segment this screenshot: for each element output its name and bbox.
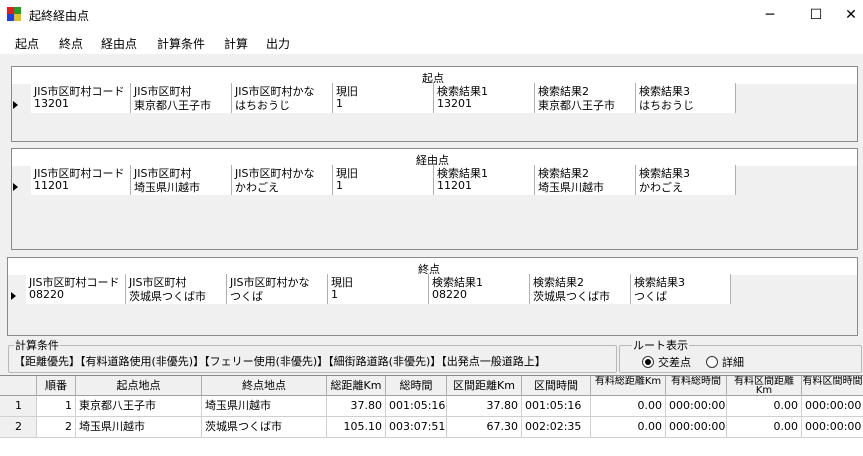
cell-section-time[interactable]: 002:02:35 — [522, 417, 591, 437]
grid-col-result2[interactable]: 検索結果2 茨城県つくば市 — [530, 274, 631, 304]
cell-toll-total-distance[interactable]: 0.00 — [591, 417, 666, 437]
table-row[interactable]: 1 1 東京都八王子市 埼玉県川越市 37.80 001:05:16 37.80… — [0, 396, 863, 417]
grid-col-result1[interactable]: 検索結果1 08220 — [429, 274, 530, 304]
cell-end-point[interactable]: 茨城県つくば市 — [202, 417, 327, 437]
grid-col-result1[interactable]: 検索結果1 13201 — [434, 83, 535, 113]
results-grid[interactable]: 順番 起点地点 終点地点 総距離Km 総時間 区間距離Km 区間時間 有料総距離… — [0, 375, 863, 456]
header-toll-section-distance[interactable]: 有料区間距離Km — [727, 376, 802, 396]
cell-order[interactable]: 2 — [37, 417, 76, 437]
results-corner — [0, 376, 37, 395]
header-toll-total-distance[interactable]: 有料総距離Km — [591, 376, 666, 396]
grid-col-status[interactable]: 現旧 1 — [328, 274, 429, 304]
calc-conditions-text: 【距離優先】【有料道路使用(非優先)】【フェリー使用(非優先)】【細街路道路(非… — [14, 355, 546, 368]
menu-output[interactable]: 出力 — [266, 35, 290, 52]
cell-start-point[interactable]: 東京都八王子市 — [76, 396, 202, 416]
menu-start[interactable]: 起点 — [15, 35, 39, 52]
radio-detail[interactable]: 詳細 — [706, 354, 744, 370]
menu-bar: 起点 終点 経由点 計算条件 計算 出力 — [0, 30, 863, 54]
grid-col-status[interactable]: 現旧 1 — [333, 165, 434, 195]
grid-col-jis-city[interactable]: JIS市区町村 埼玉県川越市 — [131, 165, 232, 195]
cell-toll-section-distance[interactable]: 0.00 — [727, 417, 802, 437]
grid-col-status[interactable]: 現旧 1 — [333, 83, 434, 113]
cell-toll-section-distance[interactable]: 0.00 — [727, 396, 802, 416]
via-point-panel: 経由点 JIS市区町村コード 11201 JIS市区町村 埼玉県川越市 JIS市区町… — [11, 148, 858, 250]
grid-col-result3[interactable]: 検索結果3 はちおうじ — [636, 83, 736, 113]
menu-via[interactable]: 経由点 — [101, 35, 137, 52]
cell-start-point[interactable]: 埼玉県川越市 — [76, 417, 202, 437]
start-point-panel: 起点 JIS市区町村コード 13201 JIS市区町村 東京都八王子市 JIS市区町… — [11, 66, 858, 142]
window-title: 起終経由点 — [29, 9, 90, 23]
header-toll-total-time[interactable]: 有料総時間 — [666, 376, 727, 396]
grid-col-jis-kana[interactable]: JIS市区町村かな はちおうじ — [232, 83, 333, 113]
grid-col-result3[interactable]: 検索結果3 かわごえ — [636, 165, 736, 195]
start-point-grid[interactable]: JIS市区町村コード 13201 JIS市区町村 東京都八王子市 JIS市区町村かな… — [31, 83, 736, 113]
cell-toll-section-time[interactable]: 000:00:00 — [802, 417, 863, 437]
grid-col-result3[interactable]: 検索結果3 つくば — [631, 274, 731, 304]
radio-unchecked-icon — [706, 356, 718, 368]
row-number[interactable]: 2 — [0, 417, 37, 437]
grid-col-jis-kana[interactable]: JIS市区町村かな かわごえ — [232, 165, 333, 195]
via-point-grid[interactable]: JIS市区町村コード 11201 JIS市区町村 埼玉県川越市 JIS市区町村かなか… — [31, 165, 736, 195]
grid-col-jis-code[interactable]: JIS市区町村コード 13201 — [31, 83, 131, 113]
cell-total-time[interactable]: 003:07:51 — [386, 417, 447, 437]
row-indicator-icon — [12, 182, 19, 192]
end-point-grid[interactable]: JIS市区町村コード 08220 JIS市区町村 茨城県つくば市 JIS市区町村かな… — [26, 274, 731, 304]
cell-toll-total-time[interactable]: 000:00:00 — [666, 396, 727, 416]
header-total-distance[interactable]: 総距離Km — [327, 376, 386, 395]
results-header: 順番 起点地点 終点地点 総距離Km 総時間 区間距離Km 区間時間 有料総距離… — [0, 376, 863, 396]
header-order[interactable]: 順番 — [37, 376, 76, 395]
cell-section-time[interactable]: 001:05:16 — [522, 396, 591, 416]
row-number[interactable]: 1 — [0, 396, 37, 416]
table-row[interactable]: 2 2 埼玉県川越市 茨城県つくば市 105.10 003:07:51 67.3… — [0, 417, 863, 438]
header-toll-section-time[interactable]: 有料区間時間 — [802, 376, 863, 396]
radio-intersection[interactable]: 交差点 — [642, 354, 691, 370]
grid-col-jis-kana[interactable]: JIS市区町村かな つくば — [227, 274, 328, 304]
route-display-legend: ルート表示 — [632, 337, 689, 353]
close-button[interactable]: ✕ — [839, 0, 863, 30]
menu-calc[interactable]: 計算 — [224, 35, 248, 52]
end-point-panel: 終点 JIS市区町村コード 08220 JIS市区町村 茨城県つくば市 JIS市区町… — [7, 257, 858, 336]
cell-total-distance[interactable]: 37.80 — [327, 396, 386, 416]
grid-col-jis-city[interactable]: JIS市区町村 茨城県つくば市 — [126, 274, 227, 304]
cell-toll-total-distance[interactable]: 0.00 — [591, 396, 666, 416]
cell-total-distance[interactable]: 105.10 — [327, 417, 386, 437]
menu-calc-conditions[interactable]: 計算条件 — [157, 35, 205, 52]
grid-col-result1[interactable]: 検索結果1 11201 — [434, 165, 535, 195]
row-indicator-icon — [12, 100, 19, 110]
minimize-button[interactable]: ─ — [747, 0, 793, 30]
grid-col-result2[interactable]: 検索結果2 埼玉県川越市 — [535, 165, 636, 195]
grid-col-jis-code[interactable]: JIS市区町村コード 11201 — [31, 165, 131, 195]
row-indicator-icon — [10, 291, 17, 301]
cell-order[interactable]: 1 — [37, 396, 76, 416]
header-end-point[interactable]: 終点地点 — [202, 376, 327, 395]
cell-total-time[interactable]: 001:05:16 — [386, 396, 447, 416]
grid-col-jis-city[interactable]: JIS市区町村 東京都八王子市 — [131, 83, 232, 113]
header-total-time[interactable]: 総時間 — [386, 376, 447, 395]
menu-end[interactable]: 終点 — [59, 35, 83, 52]
header-section-distance[interactable]: 区間距離Km — [447, 376, 522, 395]
grid-col-result2[interactable]: 検索結果2 東京都八王子市 — [535, 83, 636, 113]
cell-toll-total-time[interactable]: 000:00:00 — [666, 417, 727, 437]
title-bar: 起終経由点 ─ ☐ ✕ — [0, 0, 863, 30]
cell-toll-section-time[interactable]: 000:00:00 — [802, 396, 863, 416]
cell-section-distance[interactable]: 37.80 — [447, 396, 522, 416]
header-start-point[interactable]: 起点地点 — [76, 376, 202, 395]
cell-section-distance[interactable]: 67.30 — [447, 417, 522, 437]
calc-conditions-legend: 計算条件 — [14, 337, 60, 353]
app-icon — [7, 7, 21, 21]
cell-end-point[interactable]: 埼玉県川越市 — [202, 396, 327, 416]
radio-checked-icon — [642, 356, 654, 368]
maximize-button[interactable]: ☐ — [793, 0, 839, 30]
grid-col-jis-code[interactable]: JIS市区町村コード 08220 — [26, 274, 126, 304]
header-section-time[interactable]: 区間時間 — [522, 376, 591, 395]
